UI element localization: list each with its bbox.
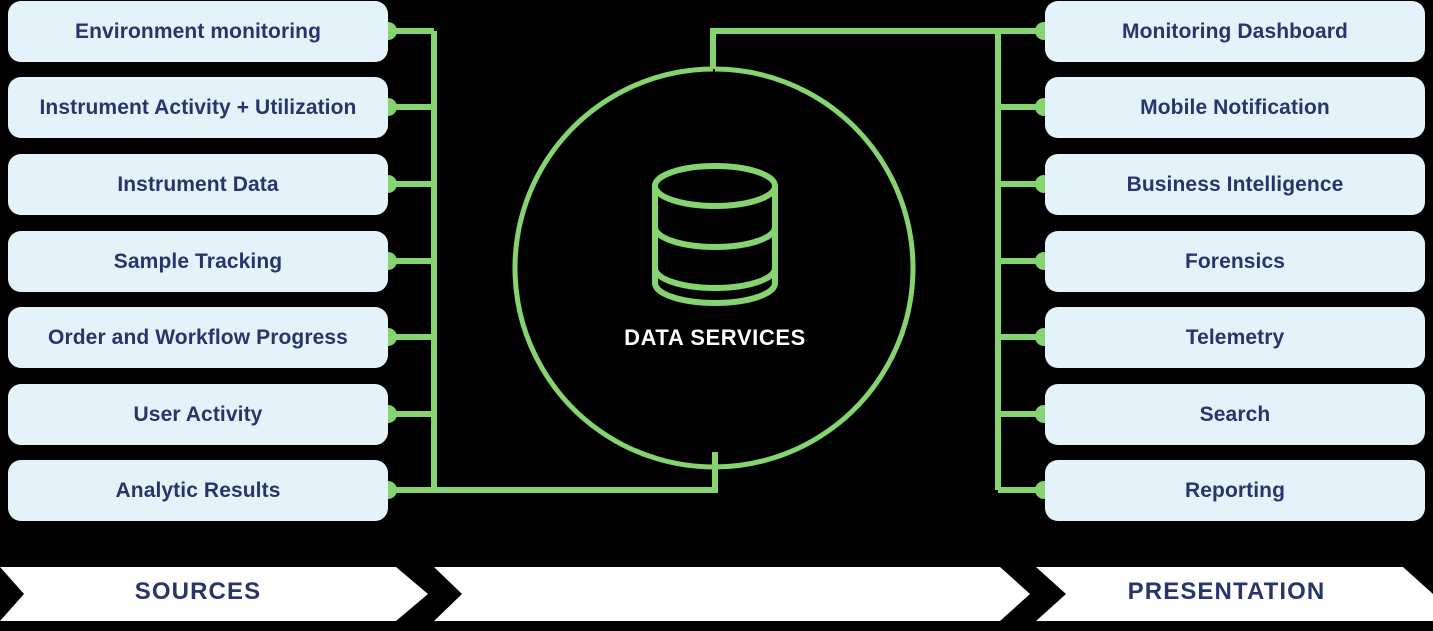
presentation-card-label: Search bbox=[1199, 402, 1271, 426]
presentation-card-label: Mobile Notification bbox=[1140, 95, 1330, 119]
presentation-card-5[interactable]: Telemetry bbox=[1045, 307, 1425, 368]
source-card-label: Order and Workflow Progress bbox=[48, 325, 348, 349]
presentation-card-1[interactable]: Monitoring Dashboard bbox=[1045, 1, 1425, 62]
presentation-card-label: Telemetry bbox=[1185, 325, 1285, 349]
source-card-4[interactable]: Sample Tracking bbox=[8, 231, 388, 292]
source-card-label: Instrument Data bbox=[117, 172, 279, 196]
source-card-6[interactable]: User Activity bbox=[8, 384, 388, 445]
source-card-3[interactable]: Instrument Data bbox=[8, 154, 388, 215]
source-card-1[interactable]: Environment monitoring bbox=[8, 1, 388, 62]
presentation-card-label: Business Intelligence bbox=[1126, 172, 1344, 196]
source-card-label: User Activity bbox=[133, 402, 263, 426]
connector-dots bbox=[379, 22, 1053, 499]
database-cylinder-icon bbox=[652, 163, 778, 306]
hub-circle bbox=[512, 66, 916, 470]
presentation-card-label: Monitoring Dashboard bbox=[1122, 19, 1348, 43]
banner-shape-presentation bbox=[1036, 567, 1433, 621]
banner-shape-sources bbox=[0, 567, 428, 621]
source-card-label: Analytic Results bbox=[115, 478, 281, 502]
source-card-7[interactable]: Analytic Results bbox=[8, 460, 388, 521]
source-card-label: Instrument Activity + Utilization bbox=[39, 95, 357, 119]
presentation-card-3[interactable]: Business Intelligence bbox=[1045, 154, 1425, 215]
presentation-card-2[interactable]: Mobile Notification bbox=[1045, 77, 1425, 138]
diagram-canvas: DATA SERVICES Environment monitoring Ins… bbox=[0, 0, 1433, 626]
presentation-card-4[interactable]: Forensics bbox=[1045, 231, 1425, 292]
stage-banners: SOURCES PRESENTATION bbox=[0, 558, 1433, 626]
source-card-5[interactable]: Order and Workflow Progress bbox=[8, 307, 388, 368]
source-card-label: Environment monitoring bbox=[74, 19, 322, 43]
source-card-label: Sample Tracking bbox=[113, 249, 283, 273]
presentation-card-label: Reporting bbox=[1184, 478, 1286, 502]
hub-to-right-bus bbox=[710, 28, 998, 69]
presentation-card-6[interactable]: Search bbox=[1045, 384, 1425, 445]
banner-shape-middle bbox=[434, 567, 1030, 621]
presentation-card-label: Forensics bbox=[1184, 249, 1286, 273]
left-bus-to-hub bbox=[434, 452, 718, 493]
presentation-card-7[interactable]: Reporting bbox=[1045, 460, 1425, 521]
banner-shapes bbox=[0, 567, 1433, 621]
source-card-2[interactable]: Instrument Activity + Utilization bbox=[8, 77, 388, 138]
